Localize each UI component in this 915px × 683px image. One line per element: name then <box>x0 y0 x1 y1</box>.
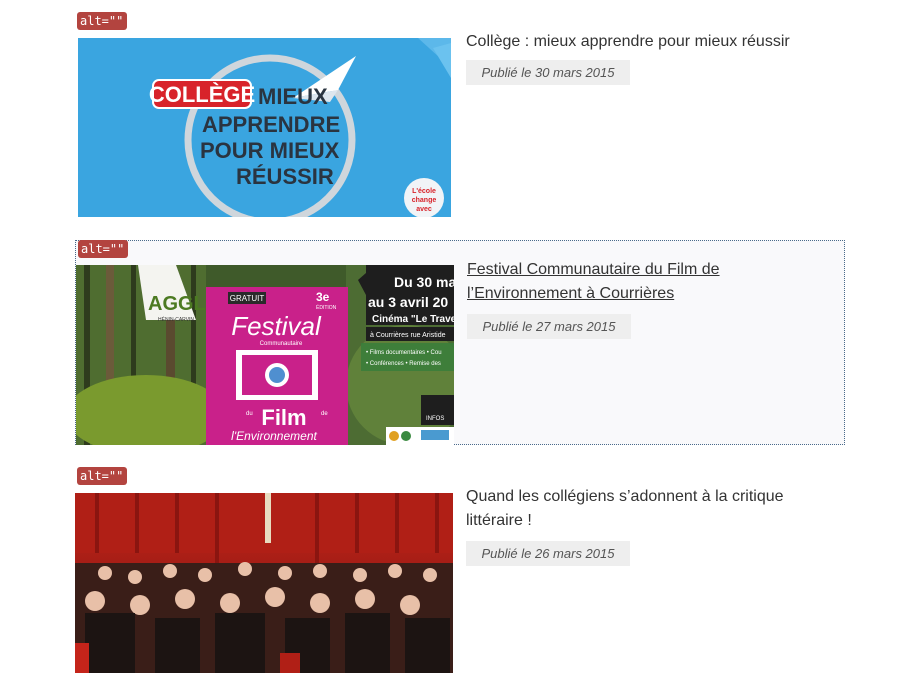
alt-badge: alt="" <box>78 240 129 258</box>
article-item: alt="" Quand les collégiens s’adonnent à… <box>75 467 845 673</box>
theater-audience-photo <box>75 493 453 673</box>
festival-poster: AGGLO HÉNIN-CARVIN GRATUIT 3e ÉDITION Fe… <box>76 265 454 445</box>
article-date: Publié le 30 mars 2015 <box>466 60 630 85</box>
bullets-line2: • Conférences • Remise des <box>366 361 441 367</box>
college-corner3: avec <box>416 206 432 213</box>
infos-label: INFOS <box>426 416 444 422</box>
dates-line2: au 3 avril 20 <box>368 294 448 310</box>
article-item: alt="" COLLÈGE MIEUX APPRENDRE POUR MIEU… <box>75 12 845 218</box>
article-title-link[interactable]: Festival Communautaire du Film de l’Envi… <box>467 261 720 302</box>
college-line1: MIEUX <box>258 84 328 109</box>
cinema-line1: Cinéma "Le Travel <box>372 314 454 325</box>
de-word: de <box>321 411 328 417</box>
college-line3: POUR MIEUX <box>200 138 340 163</box>
article-list: alt="" COLLÈGE MIEUX APPRENDRE POUR MIEU… <box>0 0 915 683</box>
cinema-line2: à Courrières rue Aristide <box>370 332 446 339</box>
bullets-line1: • Films documentaires • Cou <box>366 350 442 356</box>
college-corner1: L'école <box>412 188 436 195</box>
article-title-text[interactable]: Quand les collégiens s’adonnent à la cri… <box>466 488 784 529</box>
alt-badge: alt="" <box>77 12 128 30</box>
article-thumbnail[interactable] <box>75 493 453 673</box>
agglo-logo-sub: HÉNIN-CARVIN <box>158 316 194 323</box>
college-corner2: change <box>412 197 437 204</box>
article-title-text[interactable]: Collège : mieux apprendre pour mieux réu… <box>466 33 790 50</box>
environnement-word: l'Environnement <box>231 429 317 443</box>
gratuit-label: GRATUIT <box>230 294 265 303</box>
film-word: Film <box>261 405 306 430</box>
college-line2: APPRENDRE <box>202 112 340 137</box>
article-date: Publié le 26 mars 2015 <box>466 541 630 566</box>
article-title[interactable]: Festival Communautaire du Film de l’Envi… <box>467 258 827 306</box>
college-illustration: COLLÈGE MIEUX APPRENDRE POUR MIEUX RÉUSS… <box>78 38 451 217</box>
article-item: alt="" AGGLO HÉNIN-CARVIN GRATUIT 3e ÉDI… <box>75 240 845 445</box>
alt-badge: alt="" <box>77 467 128 485</box>
communautaire-word: Communautaire <box>260 341 303 347</box>
college-badge-text: COLLÈGE <box>149 82 255 107</box>
article-title[interactable]: Collège : mieux apprendre pour mieux réu… <box>466 30 826 54</box>
article-date: Publié le 27 mars 2015 <box>467 314 631 339</box>
du-word: du <box>246 411 253 417</box>
edition-sub: ÉDITION <box>316 304 337 311</box>
dates-line1: Du 30 ma <box>394 274 454 290</box>
article-thumbnail[interactable]: AGGLO HÉNIN-CARVIN GRATUIT 3e ÉDITION Fe… <box>76 265 454 445</box>
festival-word: Festival <box>231 311 322 341</box>
article-thumbnail[interactable]: COLLÈGE MIEUX APPRENDRE POUR MIEUX RÉUSS… <box>78 38 451 217</box>
college-line4: RÉUSSIR <box>236 164 334 189</box>
edition-label: 3e <box>316 290 330 304</box>
article-title[interactable]: Quand les collégiens s’adonnent à la cri… <box>466 485 826 533</box>
